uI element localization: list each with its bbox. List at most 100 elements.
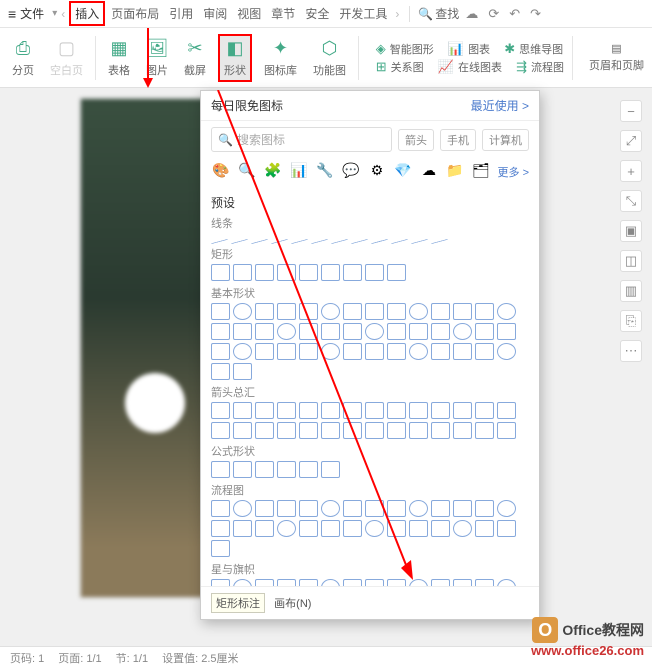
preset-icon[interactable]: 🗂 bbox=[471, 162, 491, 182]
shape-item[interactable] bbox=[299, 422, 318, 439]
shape-item[interactable] bbox=[409, 579, 428, 586]
shape-item[interactable] bbox=[211, 461, 230, 478]
shape-item[interactable] bbox=[365, 264, 384, 281]
tag-arrow[interactable]: 箭头 bbox=[398, 129, 434, 151]
shape-item[interactable] bbox=[343, 264, 362, 281]
shape-item[interactable] bbox=[233, 323, 252, 340]
tool-table[interactable]: ▦表格 bbox=[104, 36, 134, 80]
shape-item[interactable] bbox=[387, 323, 406, 340]
dropdown-icon[interactable]: ▾ bbox=[52, 8, 57, 19]
shape-item[interactable] bbox=[387, 343, 406, 360]
tool-shapes[interactable]: ◧形状 bbox=[218, 34, 252, 82]
shape-item[interactable] bbox=[299, 264, 318, 281]
shape-item[interactable] bbox=[453, 422, 472, 439]
shape-item[interactable] bbox=[431, 239, 448, 244]
shape-item[interactable] bbox=[387, 579, 406, 586]
layers-icon[interactable]: ▥ bbox=[620, 280, 642, 302]
shape-item[interactable] bbox=[299, 343, 318, 360]
tab-section[interactable]: 章节 bbox=[267, 3, 299, 24]
shape-item[interactable] bbox=[255, 303, 274, 320]
tool-function[interactable]: ⬡功能图 bbox=[309, 36, 350, 80]
shape-item[interactable] bbox=[387, 500, 406, 517]
shape-item[interactable] bbox=[321, 500, 340, 517]
shape-item[interactable] bbox=[497, 500, 516, 517]
shape-item[interactable] bbox=[365, 579, 384, 586]
shape-item[interactable] bbox=[299, 402, 318, 419]
shape-item[interactable] bbox=[211, 579, 230, 586]
zoom-fit-icon[interactable]: ⤢ bbox=[620, 130, 642, 152]
undo-icon[interactable]: ↶ bbox=[509, 6, 520, 22]
shape-item[interactable] bbox=[255, 402, 274, 419]
tool-headerfooter[interactable]: ▤页眉和页脚 bbox=[589, 42, 644, 73]
shape-item[interactable] bbox=[211, 422, 230, 439]
chevron-right-icon[interactable]: › bbox=[395, 7, 399, 21]
shape-item[interactable] bbox=[233, 422, 252, 439]
shape-item[interactable] bbox=[343, 323, 362, 340]
shape-item[interactable] bbox=[387, 303, 406, 320]
shape-item[interactable] bbox=[211, 264, 230, 281]
shape-item[interactable] bbox=[387, 520, 406, 537]
shape-item[interactable] bbox=[233, 303, 252, 320]
shape-item[interactable] bbox=[233, 264, 252, 281]
shape-item[interactable] bbox=[497, 520, 516, 537]
fullscreen-icon[interactable]: ▣ bbox=[620, 220, 642, 242]
preset-icon[interactable]: 📊 bbox=[289, 162, 309, 182]
shape-item[interactable] bbox=[343, 402, 362, 419]
shape-item[interactable] bbox=[277, 422, 296, 439]
shape-item[interactable] bbox=[497, 303, 516, 320]
shape-item[interactable] bbox=[365, 520, 384, 537]
shape-item[interactable] bbox=[255, 579, 274, 586]
shape-item[interactable] bbox=[321, 402, 340, 419]
refresh-icon[interactable]: ⟳ bbox=[488, 6, 499, 22]
shape-item[interactable] bbox=[277, 520, 296, 537]
shape-item[interactable] bbox=[497, 402, 516, 419]
shape-item[interactable] bbox=[365, 422, 384, 439]
chevron-left-icon[interactable]: ‹ bbox=[61, 7, 65, 21]
shape-item[interactable] bbox=[299, 461, 318, 478]
shape-item[interactable] bbox=[255, 422, 274, 439]
shape-item[interactable] bbox=[299, 500, 318, 517]
shape-item[interactable] bbox=[365, 323, 384, 340]
shape-item[interactable] bbox=[233, 343, 252, 360]
shape-item[interactable] bbox=[497, 422, 516, 439]
shape-item[interactable] bbox=[365, 303, 384, 320]
shape-item[interactable] bbox=[343, 500, 362, 517]
search-button[interactable]: 🔍查找 bbox=[418, 5, 459, 22]
shape-item[interactable] bbox=[387, 402, 406, 419]
shape-item[interactable] bbox=[277, 402, 296, 419]
tool-flowchart[interactable]: 流程图 bbox=[531, 59, 564, 75]
shape-item[interactable] bbox=[431, 579, 450, 586]
shape-item[interactable] bbox=[299, 323, 318, 340]
shape-item[interactable] bbox=[475, 323, 494, 340]
shape-item[interactable] bbox=[475, 422, 494, 439]
shape-item[interactable] bbox=[251, 239, 268, 244]
shape-item[interactable] bbox=[431, 343, 450, 360]
shape-item[interactable] bbox=[277, 579, 296, 586]
shape-item[interactable] bbox=[233, 520, 252, 537]
shape-item[interactable] bbox=[497, 343, 516, 360]
shape-item[interactable] bbox=[321, 343, 340, 360]
tool-blankpage[interactable]: ▢空白页 bbox=[46, 36, 87, 80]
shape-item[interactable] bbox=[431, 323, 450, 340]
shape-item[interactable] bbox=[233, 402, 252, 419]
tool-relation[interactable]: 关系图 bbox=[391, 59, 424, 75]
shape-item[interactable] bbox=[255, 323, 274, 340]
preset-icon[interactable]: ☁ bbox=[419, 162, 439, 182]
tool-chart[interactable]: 图表 bbox=[468, 41, 490, 57]
tool-picture[interactable]: 🖼图片 bbox=[142, 36, 172, 80]
shape-item[interactable] bbox=[411, 239, 428, 244]
shape-item[interactable] bbox=[321, 422, 340, 439]
shape-item[interactable] bbox=[233, 579, 252, 586]
preset-icon[interactable]: 🔍 bbox=[237, 162, 257, 182]
shape-item[interactable] bbox=[299, 520, 318, 537]
shape-item[interactable] bbox=[431, 422, 450, 439]
crop-icon[interactable]: ◫ bbox=[620, 250, 642, 272]
shape-item[interactable] bbox=[391, 239, 408, 244]
preset-icon[interactable]: ⚙ bbox=[367, 162, 387, 182]
tab-insert[interactable]: 插入 bbox=[69, 1, 105, 26]
shape-item[interactable] bbox=[409, 402, 428, 419]
shape-item[interactable] bbox=[211, 500, 230, 517]
shape-item[interactable] bbox=[211, 303, 230, 320]
shape-item[interactable] bbox=[387, 264, 406, 281]
tool-mindmap[interactable]: 思维导图 bbox=[519, 41, 563, 57]
